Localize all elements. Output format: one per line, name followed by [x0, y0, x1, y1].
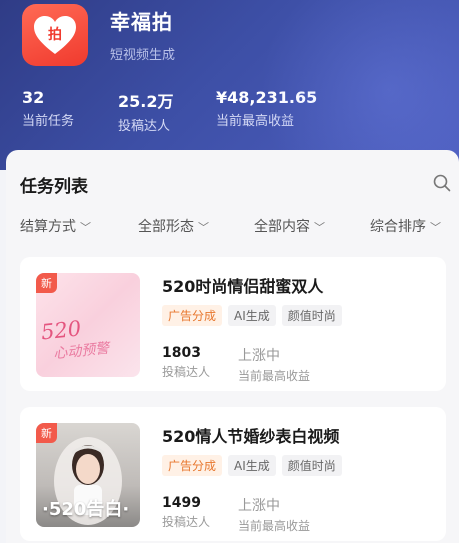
- tag: 颜值时尚: [281, 305, 342, 326]
- app-logo: 拍: [22, 4, 88, 66]
- search-icon[interactable]: [433, 174, 451, 192]
- new-badge: 新: [36, 273, 57, 293]
- filter-format[interactable]: 全部形态 ﹀: [138, 216, 209, 236]
- header: 拍 幸福拍 短视频生成 32 当前任务 25.2万 投稿达人 ¥48,231.6…: [0, 0, 459, 170]
- filter-content[interactable]: 全部内容 ﹀: [254, 216, 325, 236]
- task-title: 520情人节婚纱表白视频: [162, 427, 340, 446]
- stat-value: 32: [22, 88, 45, 107]
- filter-label: 全部内容: [254, 219, 310, 235]
- metric-earning: 上涨中 当前最高收益: [238, 345, 310, 384]
- tag: AI生成: [228, 305, 276, 326]
- metric-value: 上涨中: [238, 498, 280, 514]
- tag: 广告分成: [162, 455, 223, 476]
- metric-label: 当前最高收益: [238, 369, 311, 383]
- filter-label: 综合排序: [370, 219, 426, 235]
- stat-value: 25.2万: [118, 92, 174, 111]
- task-thumbnail: 新 ·520告白·: [36, 423, 140, 527]
- metric-submitters: 1803 投稿达人: [162, 345, 210, 380]
- stat-max-earning: ¥48,231.65 当前最高收益: [216, 88, 317, 129]
- stat-label: 投稿达人: [118, 119, 171, 134]
- chevron-down-icon: ﹀: [198, 221, 209, 234]
- stat-submitters: 25.2万 投稿达人: [118, 88, 173, 134]
- tag: 广告分成: [162, 305, 223, 326]
- task-card[interactable]: 新 ·520告白· 520情人节婚纱表白视频 广告分成 AI生成 颜值时尚 14…: [20, 407, 446, 541]
- tag: 颜值时尚: [281, 455, 342, 476]
- metric-value: 1499: [162, 495, 201, 511]
- metric-value: 上涨中: [238, 348, 280, 364]
- chevron-down-icon: ﹀: [314, 221, 325, 234]
- filter-sort[interactable]: 综合排序 ﹀: [370, 216, 441, 236]
- metric-label: 当前最高收益: [238, 519, 311, 533]
- stat-label: 当前任务: [22, 114, 75, 129]
- app-subtitle: 短视频生成: [110, 48, 176, 63]
- metric-submitters: 1499 投稿达人: [162, 495, 210, 530]
- task-thumbnail: 新 520 心动预警: [36, 273, 140, 377]
- thumbnail-caption: 520 心动预警: [40, 314, 110, 365]
- metric-label: 投稿达人: [162, 515, 211, 529]
- app-icon-text: 拍: [48, 26, 62, 43]
- metric-value: 1803: [162, 345, 201, 361]
- metric-earning: 上涨中 当前最高收益: [238, 495, 310, 534]
- filter-label: 全部形态: [138, 219, 194, 235]
- chevron-down-icon: ﹀: [430, 221, 441, 234]
- tag-list: 广告分成 AI生成 颜值时尚: [162, 305, 342, 326]
- tag-list: 广告分成 AI生成 颜值时尚: [162, 455, 342, 476]
- filter-settlement[interactable]: 结算方式 ﹀: [20, 216, 91, 236]
- filter-label: 结算方式: [20, 219, 76, 235]
- thumbnail-caption-sub: 心动预警: [52, 340, 111, 363]
- task-card[interactable]: 新 520 心动预警 520时尚情侣甜蜜双人 广告分成 AI生成 颜值时尚 18…: [20, 257, 446, 391]
- stat-value: ¥48,231.65: [216, 88, 318, 107]
- page-title: 任务列表: [20, 177, 88, 197]
- thumbnail-caption: ·520告白·: [42, 499, 130, 520]
- tag: AI生成: [228, 455, 276, 476]
- filter-bar: 结算方式 ﹀ 全部形态 ﹀ 全部内容 ﹀ 综合排序 ﹀: [6, 216, 459, 238]
- task-list-panel: 任务列表 结算方式 ﹀ 全部形态 ﹀ 全部内容 ﹀ 综合排序 ﹀ 新 520 心动预警 …: [6, 150, 459, 543]
- stat-label: 当前最高收益: [216, 114, 295, 129]
- app-name: 幸福拍: [110, 10, 173, 34]
- new-badge: 新: [36, 423, 57, 443]
- task-title: 520时尚情侣甜蜜双人: [162, 277, 324, 296]
- stat-current-tasks: 32 当前任务: [22, 88, 74, 129]
- heart-icon: 拍: [34, 16, 76, 54]
- chevron-down-icon: ﹀: [80, 221, 91, 234]
- metric-label: 投稿达人: [162, 365, 211, 379]
